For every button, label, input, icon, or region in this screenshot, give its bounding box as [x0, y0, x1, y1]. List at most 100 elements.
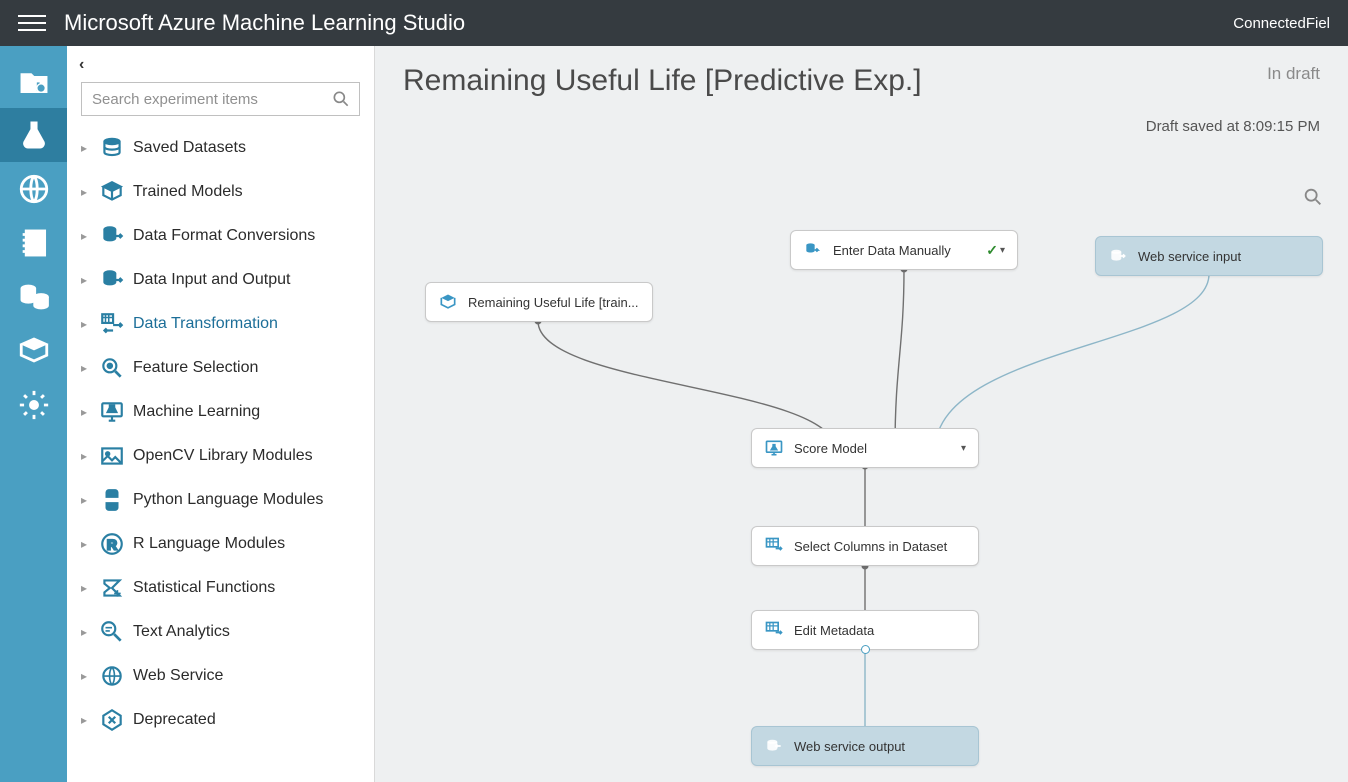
node-select-columns[interactable]: Select Columns in Dataset [751, 526, 979, 566]
category-label: Trained Models [133, 183, 243, 201]
nav-notebooks[interactable] [0, 216, 67, 270]
category-icon [97, 397, 127, 427]
chevron-right-icon: ▸ [81, 669, 91, 683]
palette-category[interactable]: ▸Feature Selection [67, 346, 374, 390]
search-input-wrapper [81, 82, 360, 116]
saved-status: Draft saved at 8:09:15 PM [1146, 118, 1320, 135]
node-label: Select Columns in Dataset [794, 539, 966, 554]
palette-category[interactable]: ▸ Statistical Functions [67, 566, 374, 610]
palette-panel: ‹ ▸Saved Datasets▸Trained Models▸Data Fo… [67, 46, 375, 782]
search-icon[interactable] [331, 89, 351, 109]
chevron-right-icon: ▸ [81, 537, 91, 551]
category-label: Saved Datasets [133, 139, 246, 157]
palette-category[interactable]: ▸ Data Format Conversions [67, 214, 374, 258]
draft-status: In draft [1146, 64, 1320, 84]
category-icon [97, 177, 127, 207]
nav-trained-models[interactable] [0, 324, 67, 378]
columns-icon [764, 536, 784, 556]
node-trained-model[interactable]: Remaining Useful Life [train... [425, 282, 653, 322]
category-icon [97, 573, 127, 603]
search-input[interactable] [82, 91, 359, 108]
category-icon [97, 441, 127, 471]
nav-experiments[interactable] [0, 108, 67, 162]
node-edit-metadata[interactable]: Edit Metadata [751, 610, 979, 650]
svg-text:R: R [107, 536, 117, 552]
db-icon [803, 240, 823, 260]
box-icon [438, 292, 458, 312]
palette-category[interactable]: ▸ Deprecated [67, 698, 374, 742]
category-icon [97, 353, 127, 383]
chevron-right-icon: ▸ [81, 185, 91, 199]
chevron-right-icon: ▸ [81, 317, 91, 331]
chevron-right-icon: ▸ [81, 493, 91, 507]
palette-category[interactable]: ▸Saved Datasets [67, 126, 374, 170]
nav-projects[interactable] [0, 54, 67, 108]
ws-input-icon [1108, 246, 1128, 266]
chevron-right-icon: ▸ [81, 625, 91, 639]
category-label: Text Analytics [133, 623, 230, 641]
nav-datasets[interactable] [0, 270, 67, 324]
category-icon [97, 309, 127, 339]
chevron-down-icon[interactable]: ▾ [1000, 245, 1005, 256]
nav-settings[interactable] [0, 378, 67, 432]
chevron-right-icon: ▸ [81, 449, 91, 463]
palette-category[interactable]: ▸ Trained Models [67, 170, 374, 214]
node-label: Web service input [1138, 249, 1310, 264]
node-score-model[interactable]: Score Model ▾ [751, 428, 979, 468]
metadata-icon [764, 620, 784, 640]
nav-web-services[interactable] [0, 162, 67, 216]
node-label: Edit Metadata [794, 623, 966, 638]
category-label: OpenCV Library Modules [133, 447, 313, 465]
palette-category[interactable]: ▸ Web Service [67, 654, 374, 698]
category-label: Feature Selection [133, 359, 258, 377]
node-enter-data[interactable]: Enter Data Manually ✓▾ [790, 230, 1018, 270]
category-icon [97, 617, 127, 647]
palette-category[interactable]: ▸ Data Transformation [67, 302, 374, 346]
category-label: Data Input and Output [133, 271, 290, 289]
chevron-right-icon: ▸ [81, 713, 91, 727]
chevron-down-icon[interactable]: ▾ [961, 443, 966, 454]
ws-output-icon [764, 736, 784, 756]
node-ws-output[interactable]: Web service output [751, 726, 979, 766]
wires [375, 46, 1348, 782]
category-label: Data Transformation [133, 315, 278, 333]
palette-category[interactable]: ▸ Python Language Modules [67, 478, 374, 522]
palette-category[interactable]: ▸Data Input and Output [67, 258, 374, 302]
node-label: Remaining Useful Life [train... [468, 295, 640, 310]
category-label: Deprecated [133, 711, 216, 729]
category-icon [97, 133, 127, 163]
chevron-right-icon: ▸ [81, 581, 91, 595]
category-label: Machine Learning [133, 403, 260, 421]
output-port[interactable] [861, 645, 870, 654]
category-icon: R [97, 529, 127, 559]
canvas-area[interactable]: Remaining Useful Life [Predictive Exp.] … [375, 46, 1348, 782]
category-icon [97, 661, 127, 691]
category-icon [97, 705, 127, 735]
category-label: Statistical Functions [133, 579, 275, 597]
palette-category[interactable]: ▸ Machine Learning [67, 390, 374, 434]
score-icon [764, 438, 784, 458]
chevron-right-icon: ▸ [81, 405, 91, 419]
account-menu[interactable]: ConnectedFiel [1233, 15, 1330, 32]
palette-category[interactable]: ▸ OpenCV Library Modules [67, 434, 374, 478]
node-label: Score Model [794, 441, 953, 456]
node-label: Enter Data Manually [833, 243, 978, 258]
experiment-title[interactable]: Remaining Useful Life [Predictive Exp.] [403, 64, 922, 98]
canvas-search-icon[interactable] [1302, 186, 1324, 213]
palette-category[interactable]: ▸ Text Analytics [67, 610, 374, 654]
node-ws-input[interactable]: Web service input [1095, 236, 1323, 276]
category-label: Python Language Modules [133, 491, 323, 509]
top-bar: Microsoft Azure Machine Learning Studio … [0, 0, 1348, 46]
category-icon [97, 265, 127, 295]
category-label: R Language Modules [133, 535, 285, 553]
product-title: Microsoft Azure Machine Learning Studio [64, 10, 465, 36]
palette-category[interactable]: ▸ R R Language Modules [67, 522, 374, 566]
category-label: Web Service [133, 667, 223, 685]
hamburger-menu-icon[interactable] [18, 9, 46, 37]
left-nav [0, 46, 67, 782]
category-icon [97, 485, 127, 515]
collapse-palette-icon[interactable]: ‹ [79, 56, 84, 74]
chevron-right-icon: ▸ [81, 229, 91, 243]
category-label: Data Format Conversions [133, 227, 315, 245]
category-icon [97, 221, 127, 251]
